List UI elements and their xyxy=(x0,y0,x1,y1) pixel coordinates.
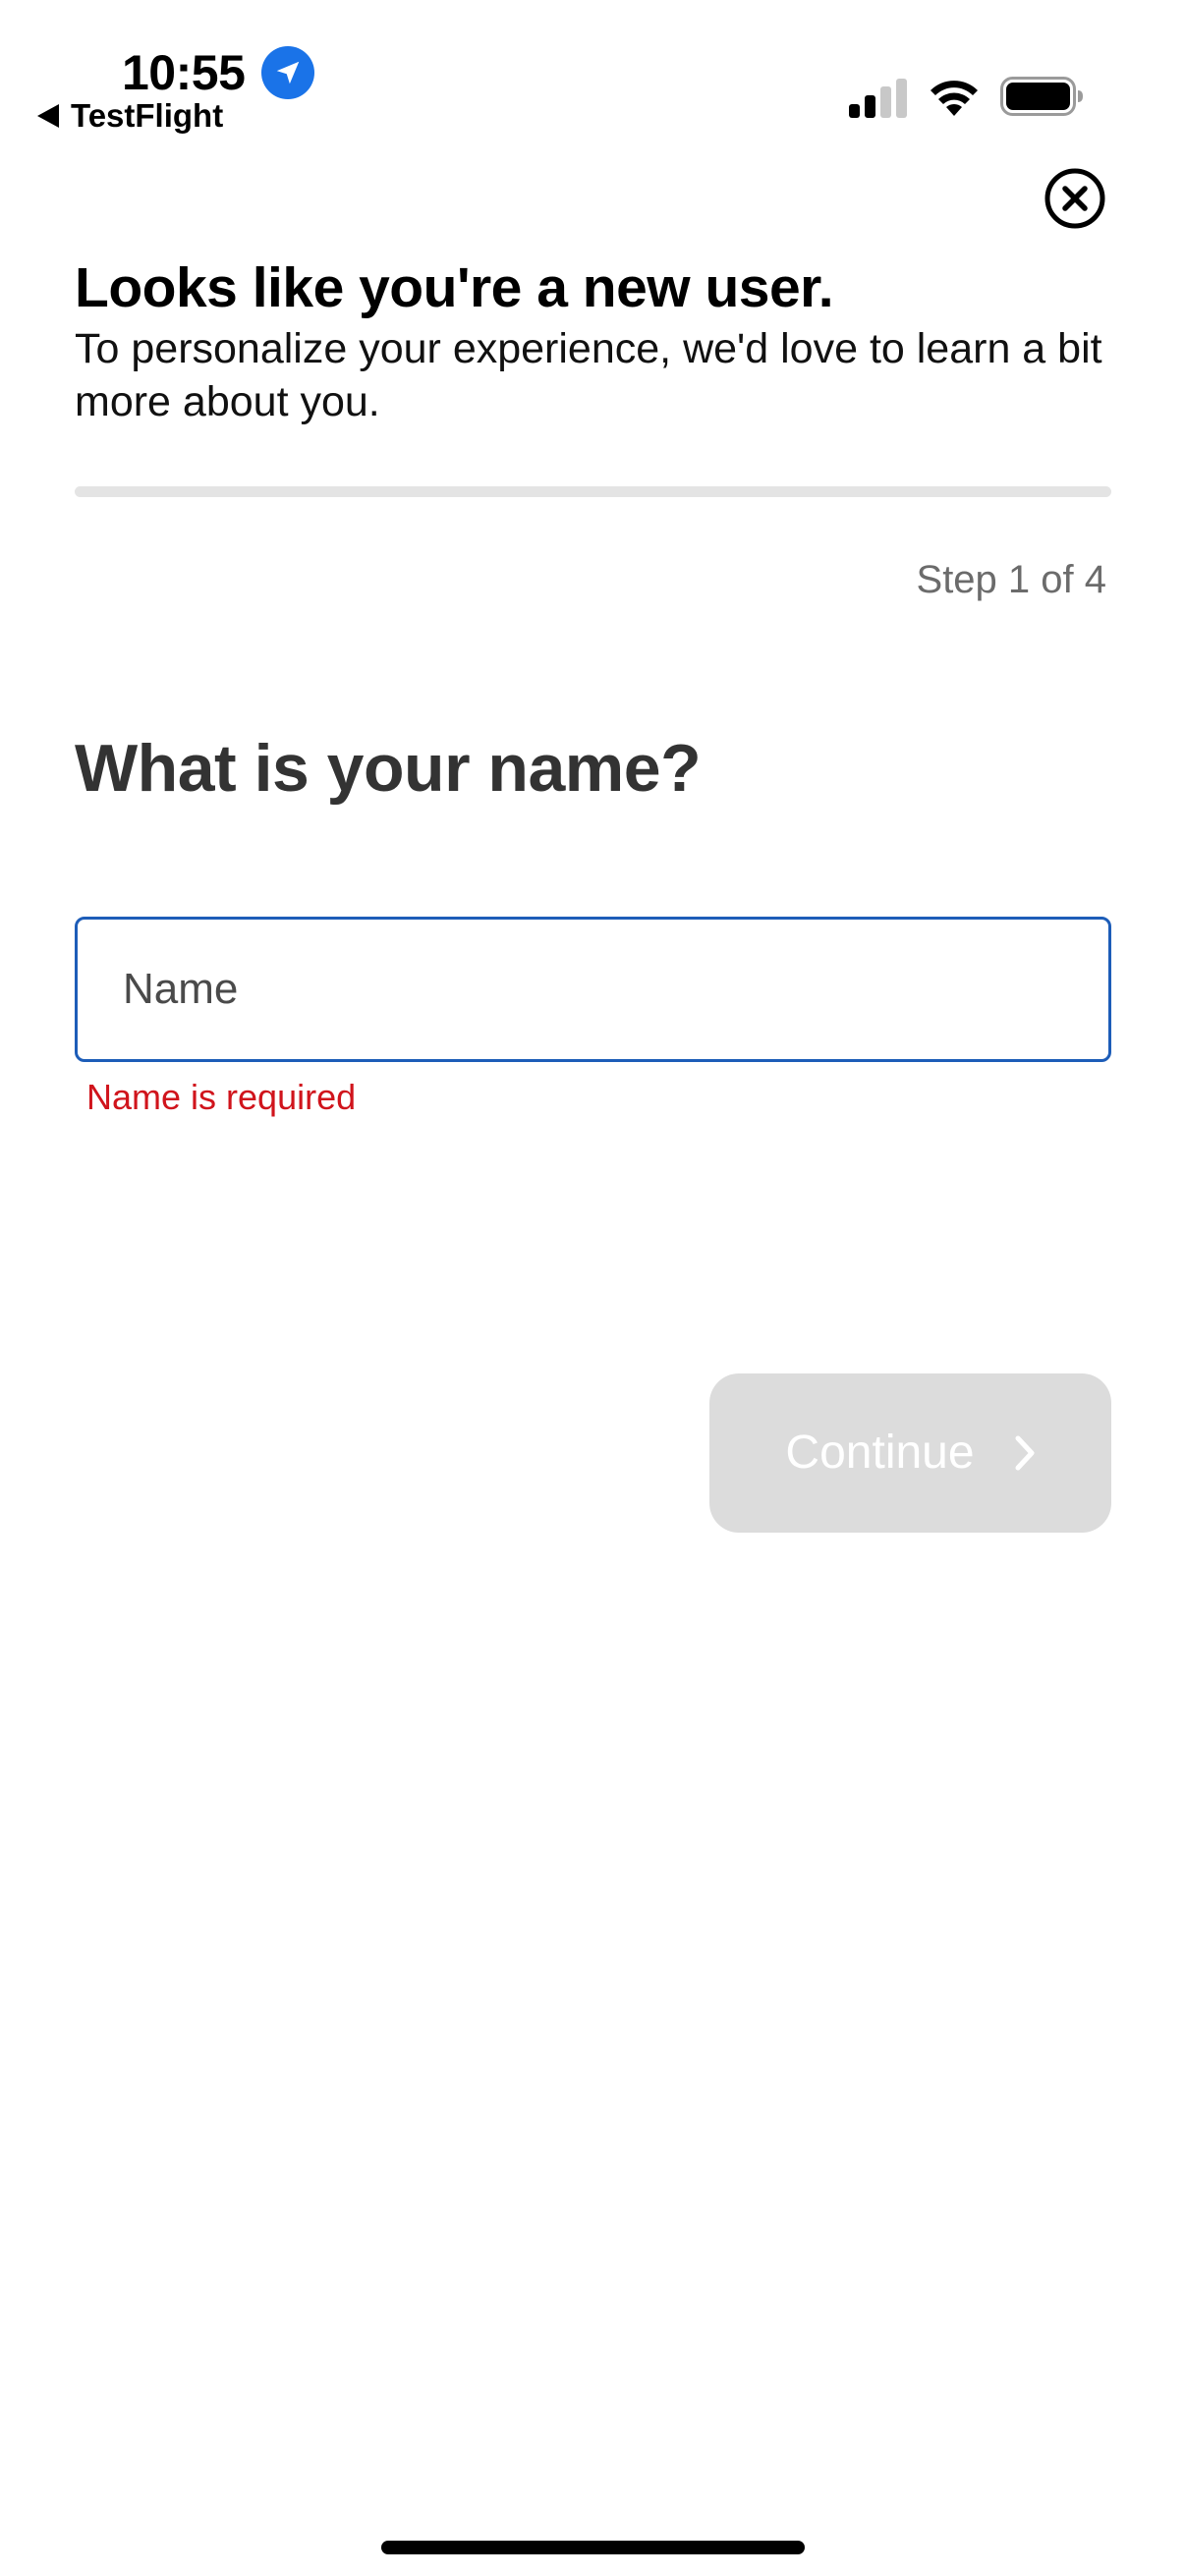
close-button[interactable] xyxy=(1044,167,1106,230)
home-indicator xyxy=(381,2541,805,2554)
wifi-icon xyxy=(931,81,978,116)
status-time: 10:55 xyxy=(122,45,246,100)
page-subtitle: To personalize your experience, we'd lov… xyxy=(75,325,1102,425)
cellular-signal-icon xyxy=(849,79,907,118)
back-triangle-icon xyxy=(37,104,59,128)
back-to-app-link[interactable]: TestFlight xyxy=(37,96,223,136)
step-indicator: Step 1 of 4 xyxy=(916,558,1106,601)
location-arrow-icon xyxy=(261,46,314,99)
progress-bar xyxy=(75,486,1111,497)
page-title: Looks like you're a new user. xyxy=(75,256,834,319)
name-input[interactable] xyxy=(75,917,1111,1062)
battery-icon xyxy=(1000,77,1083,116)
continue-label: Continue xyxy=(785,1427,975,1479)
back-app-label: TestFlight xyxy=(71,97,224,134)
name-error-message: Name is required xyxy=(86,1077,357,1117)
chevron-right-icon xyxy=(1015,1435,1035,1471)
question-heading: What is your name? xyxy=(75,731,702,806)
continue-button[interactable]: Continue xyxy=(709,1373,1111,1533)
